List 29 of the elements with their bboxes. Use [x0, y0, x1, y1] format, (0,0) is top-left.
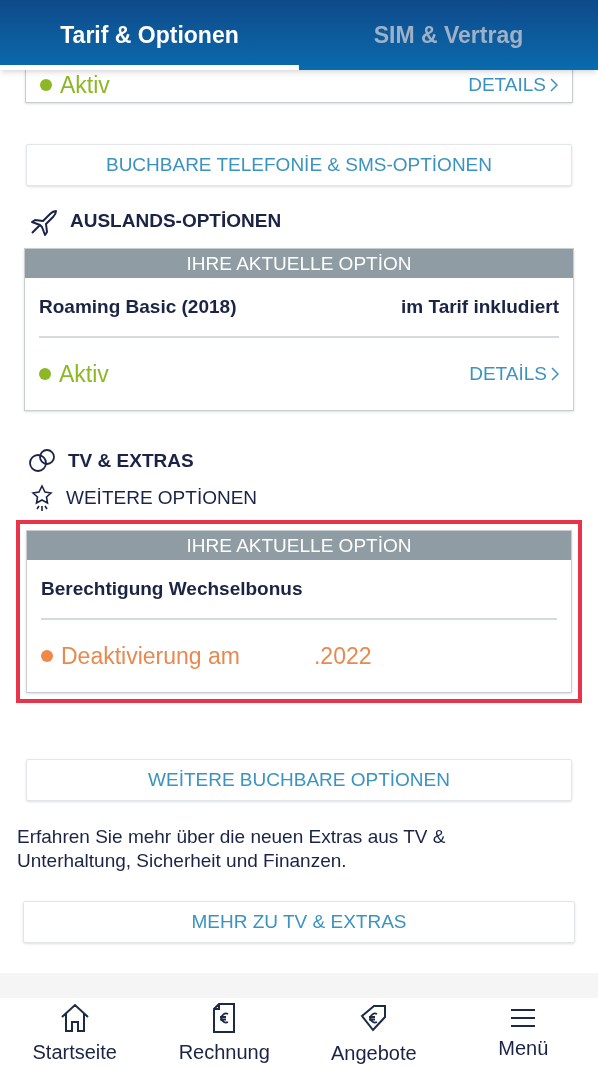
option-name: Roaming Basic (2018) [39, 294, 237, 319]
nav-item[interactable]: Menü [448, 998, 598, 1068]
options-button[interactable]: WEİTERE BUCHBARE OPTİONEN [26, 759, 572, 801]
status-date: .2022 [313, 641, 372, 671]
status-text: Aktiv [59, 359, 109, 389]
details-link[interactable]: DETAİLS [469, 359, 559, 389]
option-name: Berechtigung Wechselbonus [41, 576, 303, 601]
section-heading: AUSLANDS-OPTİONEN [70, 208, 282, 233]
status-text: Aktiv [60, 70, 110, 100]
tab[interactable]: SIM & Vertrag [299, 0, 598, 70]
details-link[interactable]: DETAILS [468, 70, 558, 100]
option-note: im Tarif inkludiert [401, 294, 559, 319]
chevron-right-icon [550, 78, 558, 92]
nav-item[interactable]: Rechnung [149, 998, 299, 1068]
nav-item[interactable]: Angebote [299, 998, 449, 1068]
section-heading: TV & EXTRAS [68, 449, 194, 473]
chevron-right-icon [551, 367, 559, 381]
info-text: Erfahren Sie mehr über die neuen Extras aus TV & Unterhaltung, Sicherheit und Finanzen. [16, 825, 447, 873]
card-banner: IHRE AKTUELLE OPTİON [27, 531, 571, 560]
nav-item[interactable]: Startseite [0, 998, 150, 1068]
star-icon [30, 483, 54, 512]
menu-icon [510, 1007, 537, 1029]
status-text: Deaktivierung am [61, 641, 240, 671]
options-button[interactable]: MEHR ZU TV & EXTRAS [23, 901, 575, 943]
section-subheading: WEİTERE OPTİONEN [66, 485, 258, 510]
invoice-icon [212, 1003, 237, 1033]
options-button[interactable]: BUCHBARE TELEFONİE & SMS-OPTİONEN [26, 144, 572, 186]
tab[interactable]: Tarif & Optionen [0, 0, 299, 70]
card-banner: IHRE AKTUELLE OPTİON [25, 249, 573, 278]
